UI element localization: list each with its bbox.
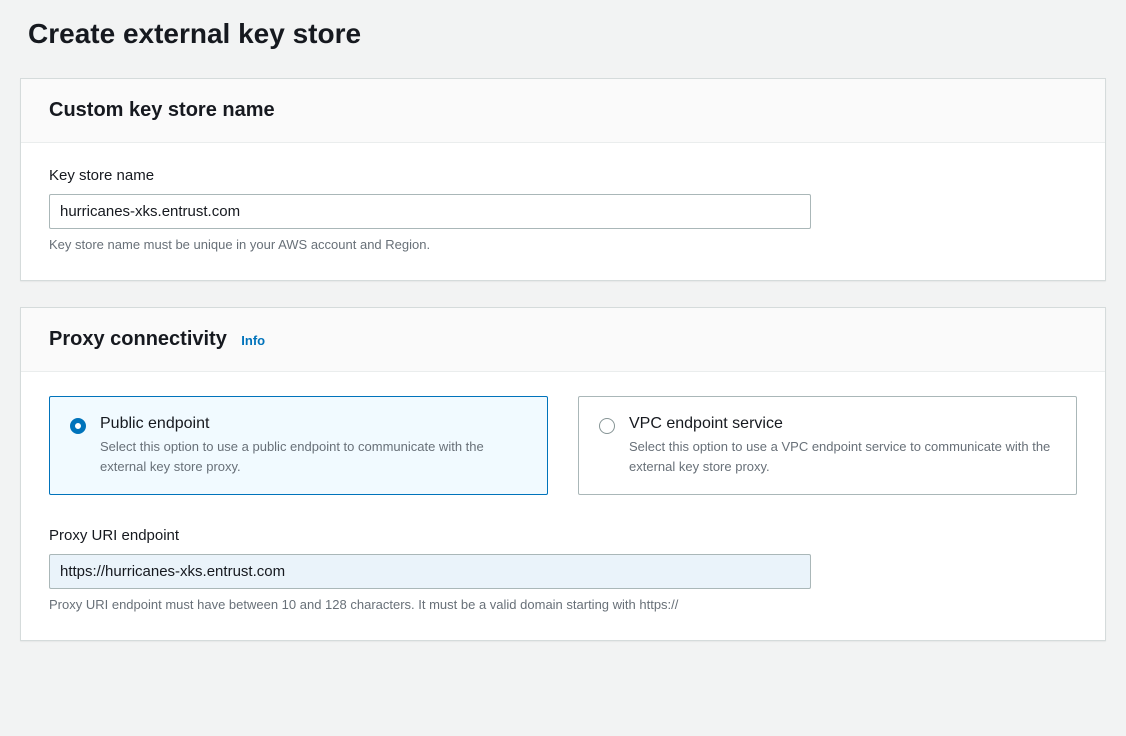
vpc-endpoint-title: VPC endpoint service <box>629 415 1056 433</box>
proxy-connectivity-panel-title: Proxy connectivity <box>49 328 227 350</box>
custom-key-store-panel-title: Custom key store name <box>49 99 275 121</box>
proxy-connectivity-options: Public endpoint Select this option to us… <box>49 396 1077 495</box>
proxy-uri-input[interactable] <box>49 554 811 589</box>
proxy-uri-field-group: Proxy URI endpoint Proxy URI endpoint mu… <box>49 527 1077 612</box>
radio-icon <box>70 418 86 434</box>
vpc-endpoint-radio-card[interactable]: VPC endpoint service Select this option … <box>578 396 1077 495</box>
proxy-connectivity-panel-header: Proxy connectivity Info <box>21 308 1105 372</box>
public-endpoint-content: Public endpoint Select this option to us… <box>100 415 527 476</box>
radio-icon <box>599 418 615 434</box>
key-store-name-input[interactable] <box>49 194 811 229</box>
proxy-uri-help-text: Proxy URI endpoint must have between 10 … <box>49 597 1077 612</box>
page-container: Create external key store Custom key sto… <box>0 0 1126 687</box>
custom-key-store-panel: Custom key store name Key store name Key… <box>20 78 1106 281</box>
public-endpoint-title: Public endpoint <box>100 415 527 433</box>
proxy-connectivity-panel-body: Public endpoint Select this option to us… <box>21 372 1105 640</box>
proxy-uri-label: Proxy URI endpoint <box>49 527 1077 544</box>
custom-key-store-panel-header: Custom key store name <box>21 79 1105 143</box>
page-title: Create external key store <box>20 0 1106 78</box>
key-store-name-field-group: Key store name Key store name must be un… <box>49 167 1077 252</box>
key-store-name-label: Key store name <box>49 167 1077 184</box>
proxy-connectivity-info-link[interactable]: Info <box>241 333 265 348</box>
public-endpoint-radio-card[interactable]: Public endpoint Select this option to us… <box>49 396 548 495</box>
vpc-endpoint-content: VPC endpoint service Select this option … <box>629 415 1056 476</box>
custom-key-store-panel-body: Key store name Key store name must be un… <box>21 143 1105 280</box>
proxy-connectivity-panel: Proxy connectivity Info Public endpoint … <box>20 307 1106 641</box>
public-endpoint-desc: Select this option to use a public endpo… <box>100 437 527 476</box>
key-store-name-help-text: Key store name must be unique in your AW… <box>49 237 1077 252</box>
vpc-endpoint-desc: Select this option to use a VPC endpoint… <box>629 437 1056 476</box>
